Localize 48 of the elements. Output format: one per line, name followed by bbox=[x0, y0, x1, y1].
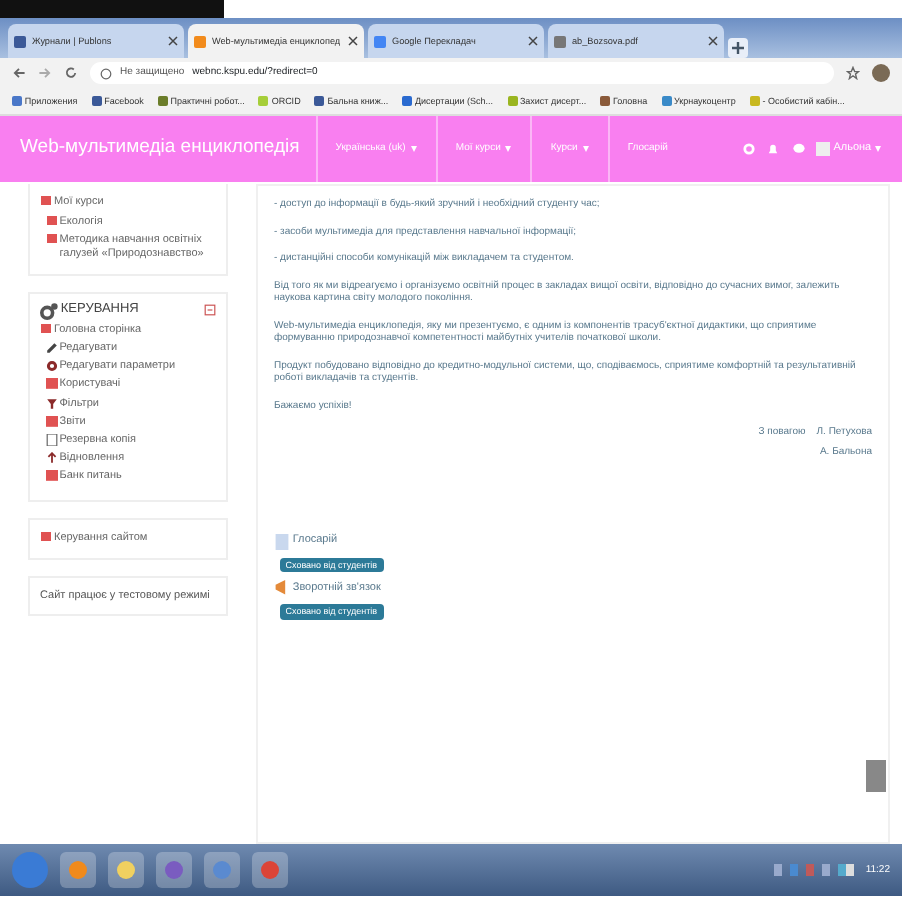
bookmark-icon bbox=[402, 96, 413, 106]
megaphone-icon bbox=[274, 578, 290, 599]
close-icon bbox=[708, 36, 718, 46]
bookmark-icon bbox=[258, 96, 269, 106]
close-icon bbox=[348, 36, 358, 46]
close-icon bbox=[168, 36, 178, 46]
star-icon bbox=[846, 66, 860, 80]
pencil-icon bbox=[45, 342, 58, 355]
bookmark-icon bbox=[314, 96, 325, 106]
taskbar-app[interactable] bbox=[252, 852, 288, 888]
scrollbar-thumb[interactable] bbox=[866, 760, 886, 792]
taskbar-app[interactable] bbox=[60, 852, 96, 888]
bookmark-icon bbox=[661, 96, 672, 106]
bookmark-icon bbox=[507, 96, 518, 106]
filter-icon bbox=[45, 397, 58, 409]
bookmark-icon bbox=[600, 96, 611, 106]
chat-icon bbox=[791, 142, 806, 156]
gear-icon bbox=[45, 360, 58, 373]
avatar-icon bbox=[872, 64, 890, 82]
taskbar-app[interactable] bbox=[204, 852, 240, 888]
bell-icon bbox=[766, 142, 781, 156]
user-avatar-icon bbox=[816, 140, 831, 158]
bookmark-icon bbox=[12, 96, 22, 106]
favicon-icon bbox=[554, 35, 566, 47]
start-button[interactable] bbox=[12, 852, 48, 888]
gears-icon bbox=[40, 301, 58, 320]
forward-icon bbox=[38, 66, 52, 80]
info-icon bbox=[100, 67, 112, 79]
caret-icon bbox=[874, 146, 882, 152]
reload-icon bbox=[64, 66, 78, 80]
upload-icon bbox=[45, 451, 58, 464]
tray-icons-drawing bbox=[773, 864, 854, 876]
taskbar-app[interactable] bbox=[156, 852, 192, 888]
book-icon bbox=[274, 531, 290, 552]
caret-icon bbox=[504, 146, 513, 152]
caret-icon bbox=[409, 146, 418, 152]
favicon-icon bbox=[194, 35, 206, 47]
collapse-icon bbox=[204, 304, 216, 317]
caret-icon bbox=[581, 146, 590, 152]
bookmark-icon bbox=[91, 96, 102, 106]
bookmark-icon bbox=[749, 96, 760, 106]
favicon-icon bbox=[374, 35, 386, 47]
back-icon bbox=[12, 66, 26, 80]
favicon-icon bbox=[14, 35, 26, 47]
taskbar-app[interactable] bbox=[108, 852, 144, 888]
bookmark-icon bbox=[157, 96, 168, 106]
close-icon bbox=[528, 36, 538, 46]
gear-icon bbox=[741, 142, 756, 156]
